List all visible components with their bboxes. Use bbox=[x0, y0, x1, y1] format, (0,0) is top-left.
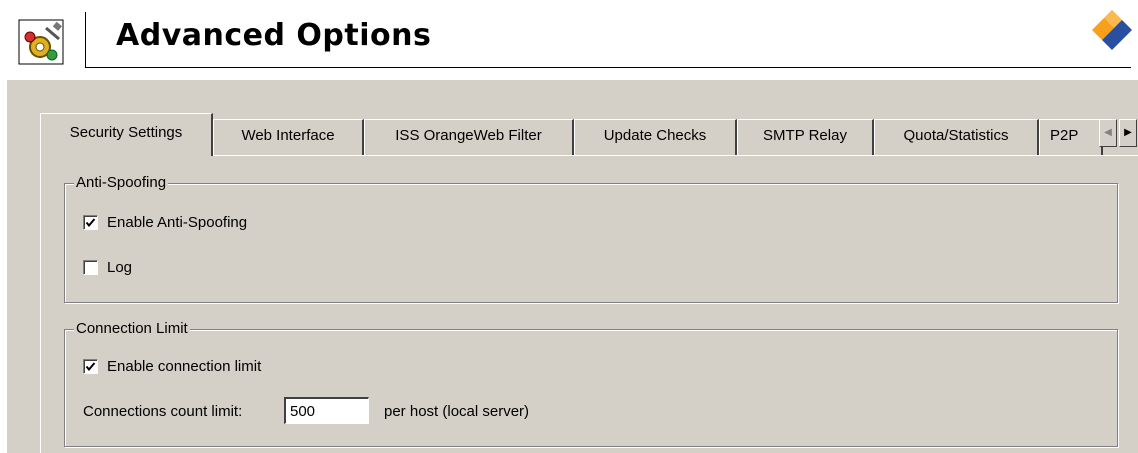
title-divider bbox=[85, 12, 86, 68]
connection-limit-legend: Connection Limit bbox=[74, 320, 190, 337]
enable-connection-limit-checkbox[interactable]: Enable connection limit bbox=[83, 358, 261, 375]
tab-scroll-buttons: ◀ ▶ bbox=[1099, 119, 1138, 149]
log-checkbox[interactable]: Log bbox=[83, 259, 132, 276]
anti-spoofing-legend: Anti-Spoofing bbox=[74, 174, 169, 191]
connections-count-label: Connections count limit: bbox=[83, 403, 243, 420]
anti-spoofing-group bbox=[64, 183, 1118, 303]
checkbox-box[interactable] bbox=[83, 215, 98, 230]
tab-scroll-right-icon[interactable]: ▶ bbox=[1119, 119, 1137, 147]
tab-scroll-left-icon[interactable]: ◀ bbox=[1099, 119, 1117, 147]
settings-gear-icon bbox=[18, 19, 64, 65]
enable-anti-spoofing-label: Enable Anti-Spoofing bbox=[107, 214, 248, 231]
tab-security-settings[interactable]: Security Settings bbox=[40, 113, 213, 156]
log-label: Log bbox=[107, 259, 133, 276]
enable-anti-spoofing-checkbox[interactable]: Enable Anti-Spoofing bbox=[83, 214, 247, 231]
tab-quota-statistics[interactable]: Quota/Statistics bbox=[874, 119, 1039, 155]
check-mark-icon bbox=[85, 218, 96, 228]
brand-logo-icon bbox=[1092, 10, 1132, 50]
tab-p2p[interactable]: P2P bbox=[1039, 119, 1103, 155]
checkbox-box[interactable] bbox=[83, 359, 98, 374]
check-mark-icon bbox=[85, 362, 96, 372]
connection-limit-group bbox=[64, 329, 1118, 447]
checkbox-box[interactable] bbox=[83, 260, 98, 275]
tab-iss-orangeweb-filter[interactable]: ISS OrangeWeb Filter bbox=[364, 119, 574, 155]
tab-smtp-relay[interactable]: SMTP Relay bbox=[737, 119, 874, 155]
connections-count-input[interactable] bbox=[284, 397, 369, 424]
tab-web-interface[interactable]: Web Interface bbox=[213, 119, 364, 155]
page-title: Advanced Options bbox=[116, 18, 432, 53]
header: Advanced Options bbox=[0, 0, 1138, 80]
title-underline bbox=[85, 67, 1131, 68]
tab-update-checks[interactable]: Update Checks bbox=[574, 119, 737, 155]
per-host-suffix: per host (local server) bbox=[384, 403, 530, 420]
enable-connection-limit-label: Enable connection limit bbox=[107, 358, 262, 375]
